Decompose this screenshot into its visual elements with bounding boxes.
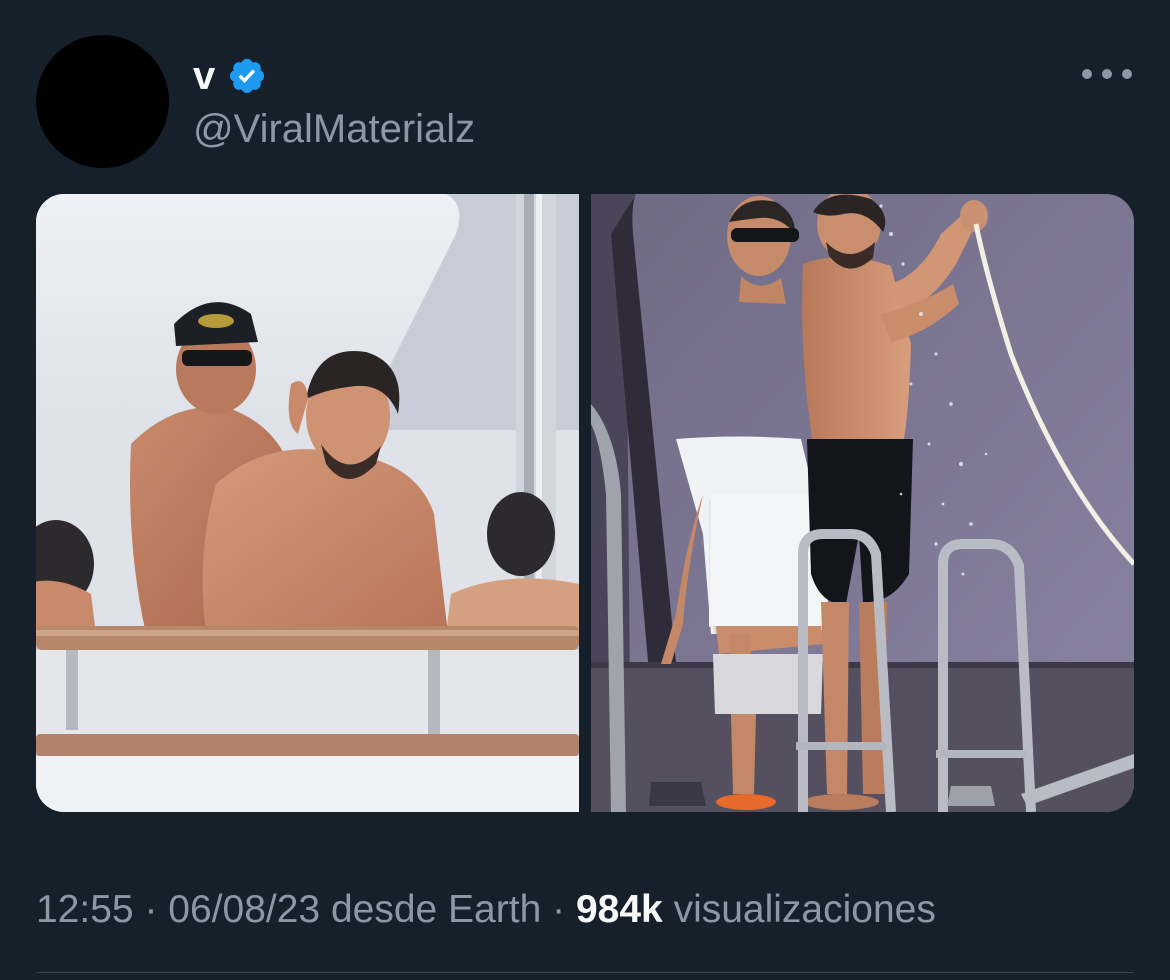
media-photo-2[interactable] xyxy=(591,194,1134,812)
meta-separator: · xyxy=(552,888,566,931)
tweet-media-grid xyxy=(36,194,1134,812)
author-name-row: v xyxy=(193,52,267,100)
views-count[interactable]: 984k xyxy=(576,888,663,931)
tweet-source: desde Earth xyxy=(330,888,542,931)
views-label: visualizaciones xyxy=(673,888,936,931)
divider xyxy=(36,972,1134,973)
verified-badge-icon xyxy=(227,56,267,96)
author-avatar[interactable] xyxy=(36,35,169,168)
tweet-date[interactable]: 06/08/23 xyxy=(168,888,320,931)
author-handle[interactable]: @ViralMaterialz xyxy=(193,106,475,152)
dot-icon xyxy=(1122,69,1132,79)
more-options-icon[interactable] xyxy=(1082,62,1132,86)
photo-yacht-shower-image xyxy=(591,194,1134,812)
tweet-meta-line: 12:55 · 06/08/23 desde Earth · 984k visu… xyxy=(36,884,936,936)
author-display-name[interactable]: v xyxy=(193,52,215,100)
dot-icon xyxy=(1102,69,1112,79)
dot-icon xyxy=(1082,69,1092,79)
media-photo-1[interactable] xyxy=(36,194,579,812)
tweet-detail: v @ViralMaterialz 12:55 · 06/08/23 desde… xyxy=(0,0,1170,980)
tweet-time[interactable]: 12:55 xyxy=(36,888,134,931)
photo-yacht-deck-image xyxy=(36,194,579,812)
meta-separator: · xyxy=(144,888,158,931)
